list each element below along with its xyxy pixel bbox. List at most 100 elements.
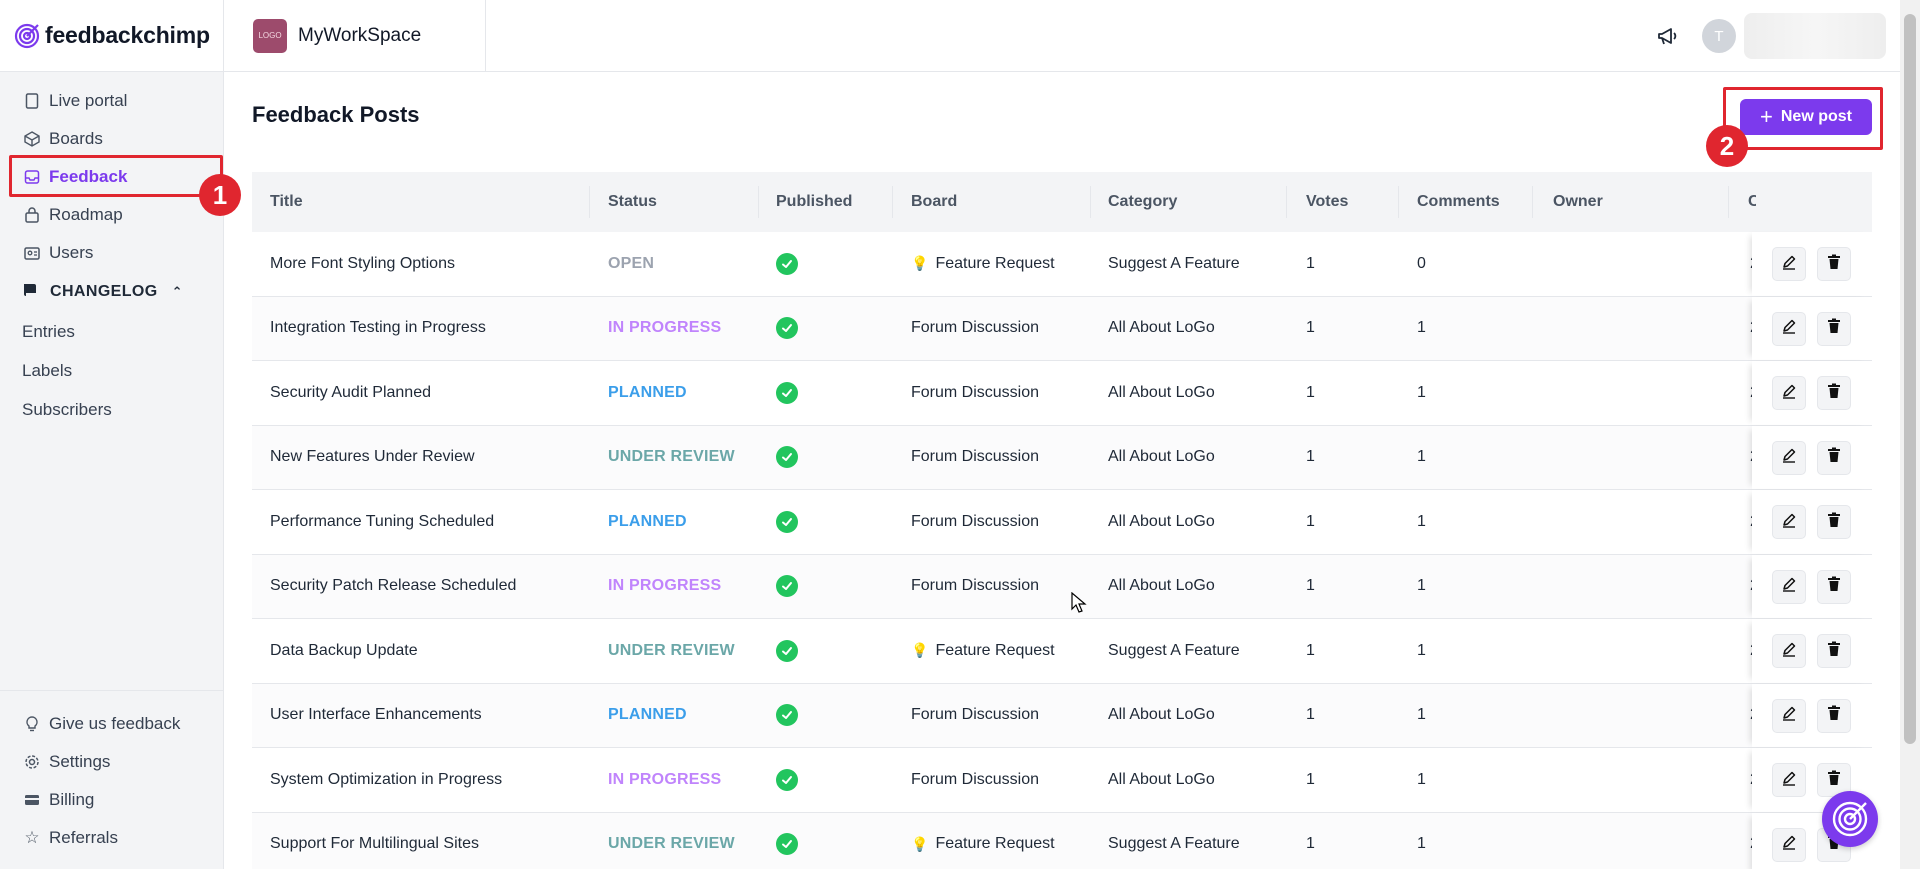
sidebar-item-settings[interactable]: Settings: [0, 743, 223, 781]
delete-button[interactable]: [1817, 569, 1851, 604]
delete-button[interactable]: [1817, 376, 1851, 410]
status-badge: PLANNED: [608, 706, 687, 724]
row-title[interactable]: Security Patch Release Scheduled: [270, 555, 516, 619]
feedback-posts-table: Title Status Published Board Category Vo…: [252, 172, 1872, 869]
edit-button[interactable]: [1772, 505, 1806, 539]
table-row[interactable]: Integration Testing in Progress IN PROGRE…: [252, 296, 1872, 361]
brand-logo[interactable]: feedbackchimp: [0, 0, 223, 72]
column-header-title[interactable]: Title: [270, 172, 303, 232]
edit-button[interactable]: [1772, 763, 1806, 797]
row-title[interactable]: Integration Testing in Progress: [270, 297, 486, 361]
sidebar-item-users[interactable]: Users: [0, 234, 223, 272]
delete-button[interactable]: [1817, 634, 1851, 668]
sidebar-item-entries[interactable]: Entries: [0, 312, 223, 351]
sidebar-item-labels[interactable]: Labels: [0, 351, 223, 390]
pencil-icon: [1781, 512, 1797, 533]
delete-button[interactable]: [1817, 247, 1851, 281]
changelog-section-toggle[interactable]: CHANGELOG ⌃: [0, 272, 223, 312]
column-header-board[interactable]: Board: [911, 172, 957, 232]
row-title[interactable]: Performance Tuning Scheduled: [270, 490, 494, 554]
table-row[interactable]: System Optimization in Progress IN PROGRE…: [252, 748, 1872, 813]
megaphone-icon[interactable]: [1656, 24, 1680, 48]
published-indicator: [776, 232, 798, 296]
row-title[interactable]: Security Audit Planned: [270, 361, 431, 425]
sidebar-item-give-feedback[interactable]: Give us feedback: [0, 705, 223, 743]
book-icon: [22, 282, 40, 303]
column-divider: [1728, 186, 1729, 218]
delete-button[interactable]: [1817, 505, 1851, 539]
sidebar-item-live-portal[interactable]: Live portal: [0, 82, 223, 120]
board-cell: Forum Discussion: [911, 684, 1039, 748]
annotation-marker-1: 1: [199, 174, 241, 216]
table-row[interactable]: User Interface Enhancements PLANNED Forum …: [252, 683, 1872, 748]
sidebar-item-feedback[interactable]: Feedback: [0, 158, 223, 196]
main-nav: Live portal Boards Feedback Roadmap User…: [0, 72, 223, 429]
column-header-published[interactable]: Published: [776, 172, 852, 232]
sidebar-item-billing[interactable]: Billing: [0, 781, 223, 819]
column-header-truncated[interactable]: C: [1748, 172, 1756, 232]
category-cell: Suggest A Feature: [1108, 641, 1240, 659]
brand-name: feedbackchimp: [45, 22, 210, 48]
column-header-status[interactable]: Status: [608, 172, 657, 232]
row-title[interactable]: Support For Multilingual Sites: [270, 813, 479, 869]
sidebar-item-label: Feedback: [49, 167, 128, 186]
comments-count: 1: [1417, 319, 1426, 337]
edit-button[interactable]: [1772, 827, 1806, 862]
user-menu-blurred[interactable]: [1744, 13, 1886, 59]
column-divider: [758, 186, 759, 218]
edit-button[interactable]: [1772, 311, 1806, 346]
table-row[interactable]: Performance Tuning Scheduled PLANNED Forum…: [252, 490, 1872, 555]
table-row[interactable]: Support For Multilingual Sites UNDER REVI…: [252, 812, 1872, 869]
column-header-votes[interactable]: Votes: [1306, 172, 1348, 232]
comments-count: 1: [1417, 770, 1426, 788]
board-cell: 💡 Feature Request: [911, 619, 1055, 683]
category-cell: All About LoGo: [1108, 383, 1215, 401]
row-title[interactable]: System Optimization in Progress: [270, 748, 502, 812]
column-header-owner[interactable]: Owner: [1553, 172, 1603, 232]
board-name: Forum Discussion: [911, 770, 1040, 788]
delete-button[interactable]: [1817, 698, 1851, 733]
table-row[interactable]: New Features Under Review UNDER REVIEW For…: [252, 425, 1872, 490]
sidebar-item-subscribers[interactable]: Subscribers: [0, 390, 223, 429]
board-name: Forum Discussion: [911, 512, 1040, 530]
table-row[interactable]: Security Audit Planned PLANNED Forum Discu…: [252, 361, 1872, 426]
edit-button[interactable]: [1772, 698, 1806, 733]
new-post-button[interactable]: + New post: [1740, 99, 1872, 135]
sidebar-item-referrals[interactable]: ☆ Referrals: [0, 819, 223, 857]
target-logo-icon: [14, 23, 40, 48]
sidebar-item-roadmap[interactable]: Roadmap: [0, 196, 223, 234]
edit-button[interactable]: [1772, 376, 1806, 410]
table-row[interactable]: Security Patch Release Scheduled IN PROGR…: [252, 554, 1872, 619]
workspace-logo: LOGO: [253, 18, 287, 53]
trash-icon: [1827, 512, 1841, 533]
column-header-category[interactable]: Category: [1108, 172, 1177, 232]
votes-count: 1: [1306, 577, 1315, 595]
avatar[interactable]: T: [1702, 19, 1736, 53]
row-title[interactable]: User Interface Enhancements: [270, 684, 482, 748]
pencil-icon: [1781, 834, 1797, 855]
edit-button[interactable]: [1772, 569, 1806, 604]
row-title[interactable]: New Features Under Review: [270, 426, 475, 490]
table-row[interactable]: Data Backup Update UNDER REVIEW 💡 Feature R…: [252, 619, 1872, 684]
scrollbar-thumb[interactable]: [1904, 14, 1916, 744]
row-actions: [1752, 683, 1872, 747]
column-header-comments[interactable]: Comments: [1417, 172, 1500, 232]
delete-button[interactable]: [1817, 311, 1851, 346]
edit-button[interactable]: [1772, 247, 1806, 281]
column-divider: [1398, 186, 1399, 218]
trash-icon: [1827, 254, 1841, 275]
workspace-switcher[interactable]: LOGO MyWorkSpace: [224, 0, 486, 72]
lightbulb-icon: 💡: [911, 835, 929, 852]
edit-button[interactable]: [1772, 440, 1806, 475]
edit-button[interactable]: [1772, 634, 1806, 668]
pencil-icon: [1781, 705, 1797, 726]
delete-button[interactable]: [1817, 440, 1851, 475]
gear-icon: [24, 754, 40, 770]
row-title[interactable]: More Font Styling Options: [270, 232, 455, 296]
row-title[interactable]: Data Backup Update: [270, 619, 418, 683]
feedback-widget-button[interactable]: [1822, 791, 1878, 847]
page-scrollbar[interactable]: [1900, 0, 1920, 869]
trash-icon: [1827, 318, 1841, 339]
table-row[interactable]: More Font Styling Options OPEN 💡 Feature Re…: [252, 232, 1872, 297]
sidebar-item-boards[interactable]: Boards: [0, 120, 223, 158]
